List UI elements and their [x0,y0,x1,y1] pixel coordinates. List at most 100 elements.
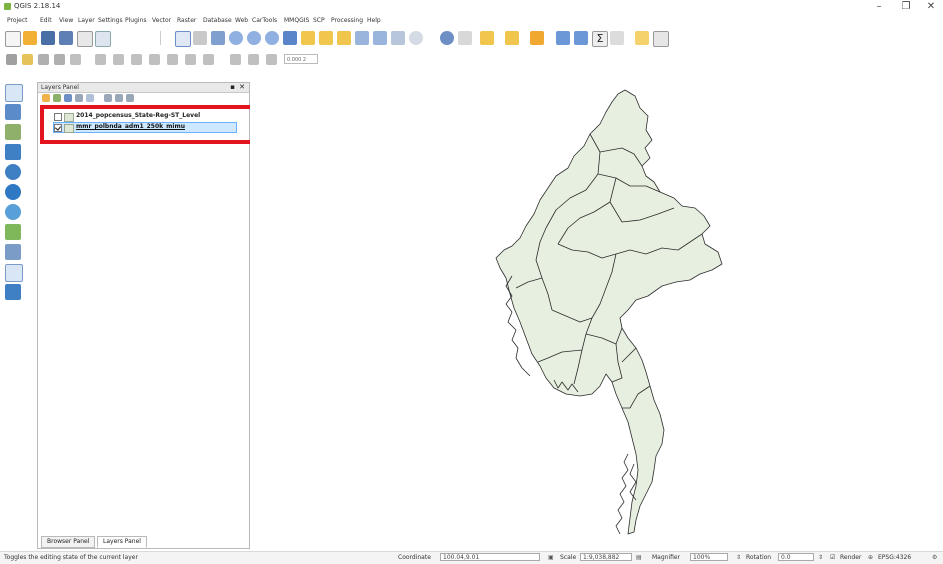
add-vector-layer-icon[interactable] [5,84,23,102]
add-raster-layer-icon[interactable] [5,104,21,120]
print-composer-icon[interactable] [77,31,93,47]
zoom-in-icon[interactable] [229,31,243,45]
run-action-icon[interactable] [458,31,472,45]
expand-all-icon[interactable] [104,94,112,102]
add-delimited-text-icon[interactable] [5,124,21,140]
save-as-icon[interactable] [59,31,73,45]
zoom-selection-icon[interactable] [301,31,315,45]
node-tool-icon[interactable] [95,54,106,65]
collapse-all-icon[interactable] [115,94,123,102]
bookmark-icon[interactable] [391,31,405,45]
menu-layer[interactable]: Layer [78,17,95,24]
messages-icon[interactable]: ⚙ [932,554,937,561]
filter-expression-icon[interactable] [86,94,94,102]
menu-web[interactable]: Web [235,17,248,24]
zoom-layer-icon[interactable] [319,31,333,45]
menu-help[interactable]: Help [367,17,381,24]
pan-to-selection-icon[interactable] [211,31,225,45]
lock-scale-icon[interactable]: ▤ [636,554,642,561]
add-postgis-icon[interactable] [5,164,21,180]
field-calculator-icon[interactable] [574,31,588,45]
close-panel-icon[interactable]: ✕ [239,83,245,91]
add-feature-icon[interactable] [54,54,65,65]
float-panel-icon[interactable]: ▪ [230,83,235,91]
zoom-actual-icon[interactable] [265,31,279,45]
menu-vector[interactable]: Vector [152,17,171,24]
add-wfs-icon[interactable] [5,204,21,220]
new-project-icon[interactable] [5,31,21,47]
add-virtual-layer-icon[interactable] [5,224,21,240]
tab-browser-panel[interactable]: Browser Panel [41,536,96,548]
tab-layers-panel[interactable]: Layers Panel [97,536,147,548]
touch-zoom-icon[interactable] [193,31,207,45]
current-edits-icon[interactable] [6,54,17,65]
zoom-out-icon[interactable] [247,31,261,45]
rotation-spinbox[interactable]: 0.0 [778,553,814,561]
new-spatialite-layer-icon[interactable] [5,264,23,282]
magnifier-spinbox[interactable]: 100% [690,553,728,561]
undo-icon[interactable] [185,54,196,65]
snapping-icon[interactable] [248,54,259,65]
scale-combo[interactable]: 1:9,038,882 [580,553,632,561]
add-wms-icon[interactable] [5,184,21,200]
save-edits-icon[interactable] [38,54,49,65]
add-group-icon[interactable] [53,94,61,102]
open-layer-styling-icon[interactable] [42,94,50,102]
measure-icon[interactable] [610,31,624,45]
new-map-view-icon[interactable] [373,31,387,45]
open-project-icon[interactable] [23,31,37,45]
advanced-digitizing-icon[interactable] [266,54,277,65]
close-button[interactable]: ✕ [920,0,942,14]
menu-cartools[interactable]: CarTools [252,17,277,24]
menu-edit[interactable]: Edit [40,17,52,24]
map-tips-icon[interactable] [635,31,649,45]
scale-lock-icon[interactable]: ▣ [548,554,554,561]
menu-plugins[interactable]: Plugins [125,17,147,24]
select-by-value-icon[interactable] [505,31,519,45]
filter-legend-icon[interactable] [75,94,83,102]
refresh-icon[interactable] [409,31,423,45]
toggle-editing-icon[interactable] [22,54,33,65]
coordinate-field[interactable]: 100.04,9.01 [440,553,540,561]
add-spatialite-icon[interactable] [5,144,21,160]
statistics-icon[interactable]: Σ [592,31,608,47]
add-wcs-icon[interactable] [5,284,21,300]
zoom-full-icon[interactable] [283,31,297,45]
composer-manager-icon[interactable] [95,31,111,47]
select-features-icon[interactable] [480,31,494,45]
spinbox-arrows-icon[interactable]: ⇕ [818,554,823,561]
zoom-last-icon[interactable] [337,31,351,45]
new-shapefile-icon[interactable] [5,244,21,260]
cut-features-icon[interactable] [131,54,142,65]
attribute-table-icon[interactable] [556,31,570,45]
tolerance-input[interactable]: 0.000 2 [284,54,318,64]
paste-features-icon[interactable] [167,54,178,65]
deselect-icon[interactable] [530,31,544,45]
crs-label[interactable]: EPSG:4326 [878,554,911,561]
menu-view[interactable]: View [59,17,73,24]
render-checkbox[interactable]: ☑ [830,554,835,561]
delete-selected-icon[interactable] [113,54,124,65]
menu-raster[interactable]: Raster [177,17,196,24]
zoom-next-icon[interactable] [355,31,369,45]
save-project-icon[interactable] [41,31,55,45]
maximize-button[interactable]: ❐ [895,0,917,14]
redo-icon[interactable] [203,54,214,65]
menu-processing[interactable]: Processing [331,17,363,24]
move-feature-icon[interactable] [70,54,81,65]
text-annotation-icon[interactable] [653,31,669,47]
menu-database[interactable]: Database [203,17,232,24]
manage-visibility-icon[interactable] [64,94,72,102]
pan-map-icon[interactable] [175,31,191,47]
remove-layer-icon[interactable] [126,94,134,102]
crs-globe-icon[interactable]: ⊕ [868,554,873,561]
copy-features-icon[interactable] [149,54,160,65]
map-canvas[interactable] [250,82,943,547]
menu-scp[interactable]: SCP [313,17,325,24]
minimize-button[interactable]: – [868,0,890,14]
label-tool-icon[interactable] [230,54,241,65]
menu-mmqgis[interactable]: MMQGIS [284,17,309,24]
menu-settings[interactable]: Settings [98,17,123,24]
spinbox-arrows-icon[interactable]: ⇕ [736,554,741,561]
identify-icon[interactable] [440,31,454,45]
